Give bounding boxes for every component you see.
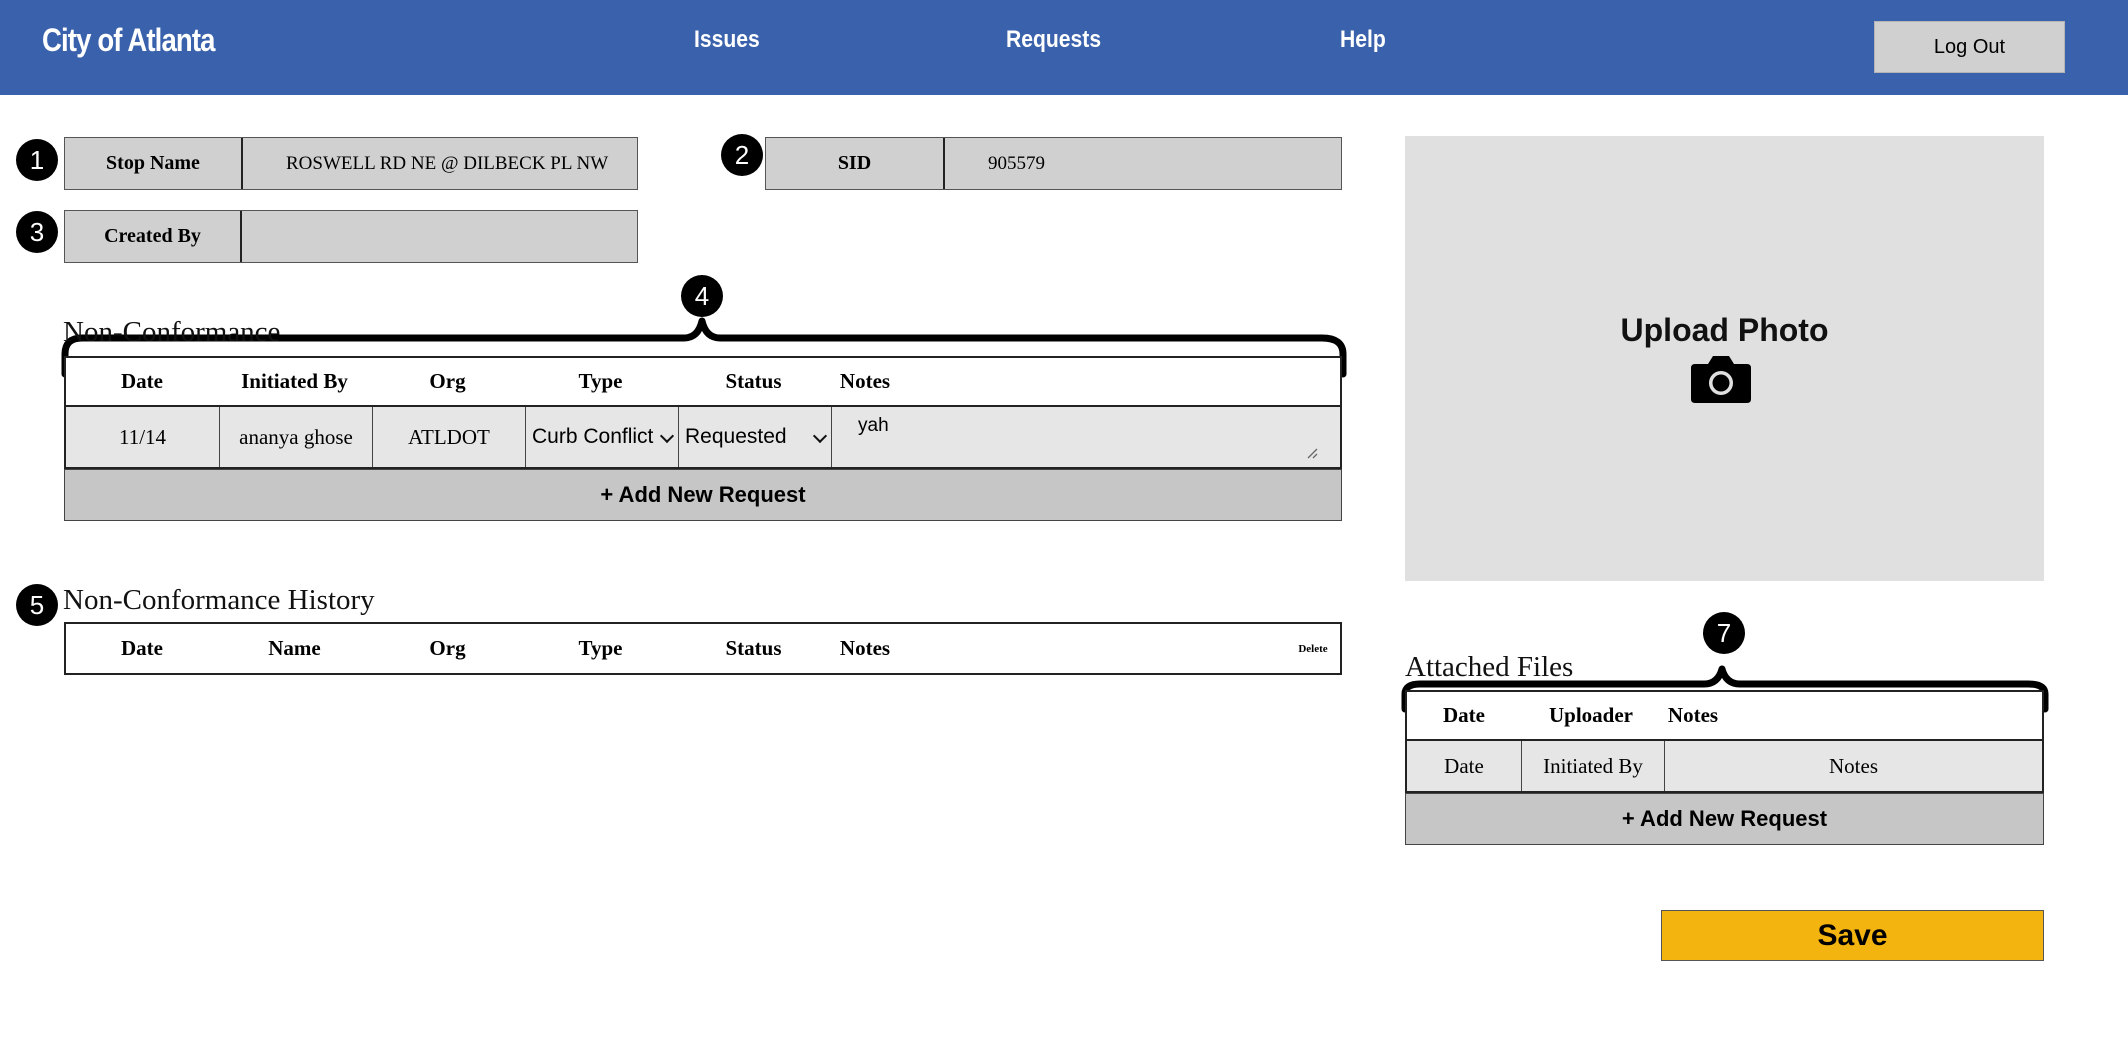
table-row: Date Initiated By Notes: [1405, 741, 2044, 793]
org-cell: ATLDOT: [373, 407, 526, 467]
type-select[interactable]: Curb Conflict: [526, 407, 679, 467]
column-header: Type: [578, 636, 623, 660]
column-header: Notes: [839, 369, 891, 393]
nav-requests[interactable]: Requests: [1006, 26, 1101, 54]
delete-button[interactable]: Delete: [1288, 624, 1338, 673]
attached-files-header: Date Uploader Notes: [1405, 690, 2044, 741]
date-cell: 11/14: [66, 407, 220, 467]
column-header: Status: [725, 369, 782, 393]
sid-field: SID 905579: [765, 137, 1342, 190]
callout-badge: 2: [721, 134, 763, 176]
column-header: Date: [1443, 703, 1485, 727]
non-conformance-title: Non-Conformance: [63, 316, 281, 348]
sid-value[interactable]: 905579: [945, 138, 1341, 189]
save-button[interactable]: Save: [1661, 910, 2044, 961]
nav-issues[interactable]: Issues: [694, 26, 760, 54]
sid-label: SID: [766, 138, 945, 189]
created-by-label: Created By: [65, 211, 242, 262]
add-new-request-button[interactable]: + Add New Request: [64, 469, 1342, 521]
callout-badge: 3: [16, 211, 58, 253]
upload-photo-label: Upload Photo: [1620, 312, 1829, 348]
attached-files-title: Attached Files: [1405, 651, 1574, 683]
callout-badge: 1: [16, 139, 58, 181]
resize-handle-icon[interactable]: [1306, 447, 1318, 459]
created-by-value[interactable]: [242, 211, 637, 262]
chevron-down-icon: [812, 428, 828, 444]
callout-badge: 5: [16, 584, 58, 626]
history-title: Non-Conformance History: [63, 584, 375, 616]
camera-icon: [1691, 356, 1751, 403]
app-brand[interactable]: City of Atlanta: [42, 22, 215, 59]
type-select-value: Curb Conflict: [532, 425, 654, 448]
logout-button[interactable]: Log Out: [1874, 21, 2065, 73]
notes-cell: Notes: [1829, 753, 1878, 778]
created-by-field: Created By: [64, 210, 638, 263]
stop-name-label: Stop Name: [65, 138, 243, 189]
column-header: Org: [429, 636, 466, 660]
non-conformance-table-header: Date Initiated By Org Type Status Notes: [64, 356, 1342, 407]
status-select-value: Requested: [685, 425, 787, 448]
column-header: Org: [429, 369, 466, 393]
initiated-by-cell: ananya ghose: [220, 407, 373, 467]
column-header: Name: [268, 636, 321, 660]
callout-badge: 4: [681, 275, 723, 317]
upload-photo-area[interactable]: Upload Photo: [1405, 136, 2044, 581]
date-cell: Date: [1407, 741, 1522, 791]
column-header: Uploader: [1549, 703, 1633, 727]
nav-help[interactable]: Help: [1340, 26, 1386, 54]
column-header: Notes: [839, 636, 891, 660]
stop-name-field: Stop Name ROSWELL RD NE @ DILBECK PL NW: [64, 137, 638, 190]
column-header: Date: [121, 369, 163, 393]
status-select[interactable]: Requested: [679, 407, 832, 467]
uploader-cell: Initiated By: [1522, 741, 1665, 791]
callout-badge: 7: [1703, 612, 1745, 654]
column-header: Initiated By: [241, 369, 348, 393]
add-attachment-button[interactable]: + Add New Request: [1405, 793, 2044, 845]
history-table-header: Date Name Org Type Status Notes Delete: [64, 622, 1342, 675]
notes-value: yah: [858, 415, 889, 436]
column-header: Notes: [1667, 703, 1719, 727]
stop-name-value[interactable]: ROSWELL RD NE @ DILBECK PL NW: [243, 138, 637, 189]
column-header: Type: [578, 369, 623, 393]
column-header: Status: [725, 636, 782, 660]
table-row: 11/14 ananya ghose ATLDOT Curb Conflict …: [64, 407, 1342, 469]
notes-textarea[interactable]: yah: [832, 407, 1340, 467]
column-header: Date: [121, 636, 163, 660]
chevron-down-icon: [659, 428, 675, 444]
